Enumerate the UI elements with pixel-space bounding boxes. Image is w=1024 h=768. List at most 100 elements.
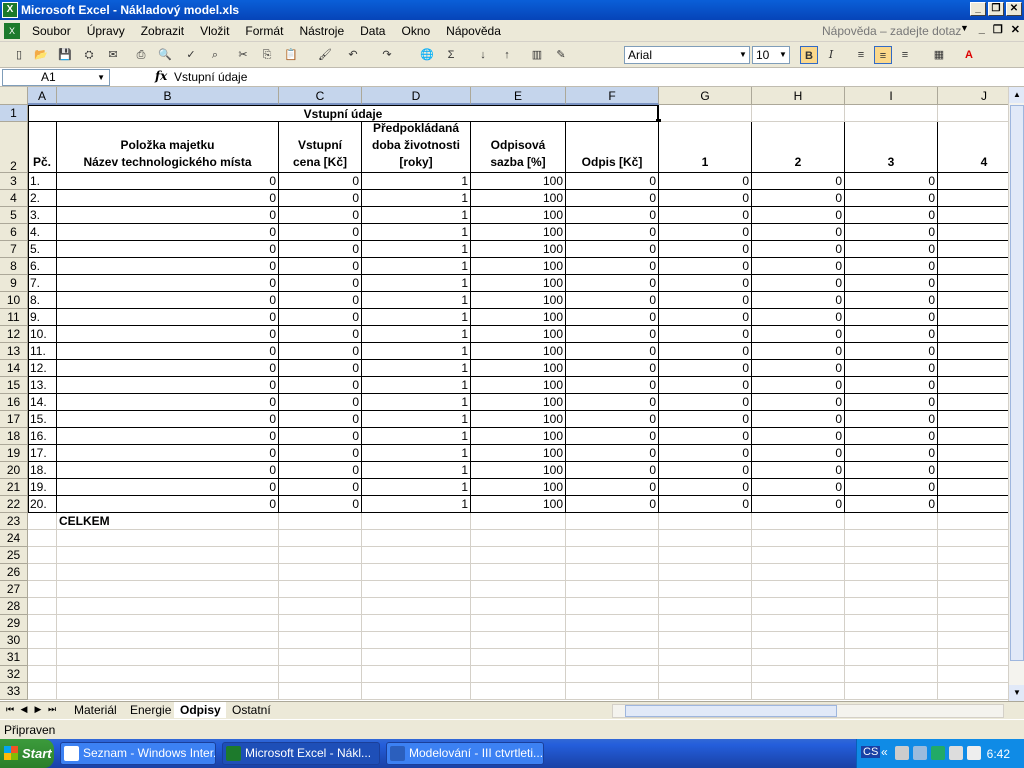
column-header-a[interactable]: A xyxy=(28,87,57,105)
table-cell[interactable]: 0 xyxy=(57,496,279,513)
table-cell[interactable]: 0 xyxy=(659,428,752,445)
table-cell[interactable]: 0 xyxy=(659,241,752,258)
table-cell[interactable]: 0 xyxy=(566,241,659,258)
tab-ostatni[interactable]: Ostatní xyxy=(226,702,277,718)
row-number-cell[interactable]: 3. xyxy=(28,207,57,224)
row-header-19[interactable]: 19 xyxy=(0,445,28,462)
row-header-29[interactable]: 29 xyxy=(0,615,28,632)
table-cell[interactable]: 1 xyxy=(362,224,471,241)
table-cell[interactable]: 100 xyxy=(471,275,566,292)
chart-wizard-icon[interactable]: ▥ xyxy=(528,46,546,64)
table-cell[interactable]: 100 xyxy=(471,309,566,326)
help-search-box[interactable]: Nápověda – zadejte dotaz xyxy=(822,23,972,39)
vertical-scroll-thumb[interactable] xyxy=(1010,105,1024,661)
table-cell[interactable]: 0 xyxy=(279,411,362,428)
table-cell[interactable] xyxy=(938,207,1008,224)
table-cell[interactable]: 0 xyxy=(752,207,845,224)
table-cell[interactable]: 0 xyxy=(566,343,659,360)
row-number-cell[interactable]: 7. xyxy=(28,275,57,292)
table-cell[interactable]: 0 xyxy=(57,258,279,275)
borders-icon[interactable]: ▦ xyxy=(930,46,948,64)
table-cell[interactable]: 1 xyxy=(362,479,471,496)
table-cell[interactable]: 1 xyxy=(362,326,471,343)
table-cell[interactable]: 0 xyxy=(845,445,938,462)
row-header-15[interactable]: 15 xyxy=(0,377,28,394)
table-cell[interactable]: 0 xyxy=(279,394,362,411)
row-header-4[interactable]: 4 xyxy=(0,190,28,207)
table-cell[interactable]: 0 xyxy=(57,173,279,190)
table-cell[interactable]: 0 xyxy=(845,224,938,241)
row-header-25[interactable]: 25 xyxy=(0,547,28,564)
table-cell[interactable]: 0 xyxy=(57,462,279,479)
bold-button[interactable]: B xyxy=(800,46,818,64)
sort-desc-icon[interactable]: ↑ xyxy=(498,46,516,64)
table-cell[interactable]: 0 xyxy=(566,496,659,513)
table-cell[interactable]: 0 xyxy=(566,275,659,292)
help-dropdown-icon[interactable]: ▼ xyxy=(960,23,969,33)
table-cell[interactable]: 0 xyxy=(566,326,659,343)
row-number-cell[interactable]: 8. xyxy=(28,292,57,309)
table-cell[interactable]: 0 xyxy=(57,190,279,207)
row-number-cell[interactable]: 20. xyxy=(28,496,57,513)
table-cell[interactable]: 0 xyxy=(845,326,938,343)
table-cell[interactable]: 0 xyxy=(566,173,659,190)
table-cell[interactable]: 0 xyxy=(752,496,845,513)
workbook-icon[interactable]: X xyxy=(4,22,20,39)
table-cell[interactable]: 100 xyxy=(471,479,566,496)
undo-icon[interactable]: ↶ xyxy=(344,46,362,64)
column-header-j[interactable]: J xyxy=(938,87,1008,105)
row-number-cell[interactable]: 12. xyxy=(28,360,57,377)
row-header-18[interactable]: 18 xyxy=(0,428,28,445)
table-cell[interactable] xyxy=(938,275,1008,292)
column-header-g[interactable]: G xyxy=(659,87,752,105)
header-doba-zivotnosti[interactable]: Předpokládaná doba životnosti [roky] xyxy=(362,122,471,173)
table-cell[interactable]: 0 xyxy=(752,479,845,496)
row-number-cell[interactable]: 2. xyxy=(28,190,57,207)
table-cell[interactable]: 0 xyxy=(845,190,938,207)
table-cell[interactable]: 0 xyxy=(279,326,362,343)
table-cell[interactable] xyxy=(938,411,1008,428)
table-cell[interactable] xyxy=(938,377,1008,394)
table-cell[interactable]: 0 xyxy=(752,258,845,275)
menu-soubor[interactable]: Soubor xyxy=(24,21,79,41)
row-header-10[interactable]: 10 xyxy=(0,292,28,309)
research-icon[interactable]: ⌕ xyxy=(206,46,224,64)
prev-sheet-icon[interactable]: ◀ xyxy=(18,704,30,715)
table-cell[interactable]: 0 xyxy=(279,309,362,326)
table-cell[interactable]: 0 xyxy=(566,207,659,224)
row-header-22[interactable]: 22 xyxy=(0,496,28,513)
row-number-cell[interactable]: 5. xyxy=(28,241,57,258)
row-number-cell[interactable]: 1. xyxy=(28,173,57,190)
table-cell[interactable]: 0 xyxy=(279,190,362,207)
table-cell[interactable]: 0 xyxy=(659,343,752,360)
menu-format[interactable]: Formát xyxy=(237,21,291,41)
header-year-2[interactable]: 2 xyxy=(752,122,845,173)
table-cell[interactable] xyxy=(938,445,1008,462)
table-cell[interactable]: 0 xyxy=(659,275,752,292)
network-icon[interactable] xyxy=(895,746,909,760)
table-cell[interactable]: 1 xyxy=(362,496,471,513)
table-cell[interactable]: 0 xyxy=(845,258,938,275)
table-cell[interactable] xyxy=(938,292,1008,309)
table-cell[interactable]: 0 xyxy=(57,411,279,428)
table-cell[interactable]: 0 xyxy=(279,479,362,496)
table-cell[interactable]: 1 xyxy=(362,190,471,207)
paste-icon[interactable]: 📋 xyxy=(282,46,300,64)
column-header-f[interactable]: F xyxy=(566,87,659,105)
table-cell[interactable]: 0 xyxy=(659,496,752,513)
table-cell[interactable]: 0 xyxy=(279,275,362,292)
header-vstupni-cena[interactable]: Vstupní cena [Kč] xyxy=(279,122,362,173)
table-cell[interactable]: 100 xyxy=(471,258,566,275)
row-number-cell[interactable]: 11. xyxy=(28,343,57,360)
last-sheet-icon[interactable]: ⏭ xyxy=(46,704,58,715)
table-cell[interactable]: 0 xyxy=(845,241,938,258)
header-year-1[interactable]: 1 xyxy=(659,122,752,173)
table-cell[interactable]: 0 xyxy=(752,292,845,309)
permission-icon[interactable]: ⛭ xyxy=(80,46,98,64)
table-cell[interactable]: 0 xyxy=(845,343,938,360)
row-number-cell[interactable]: 14. xyxy=(28,394,57,411)
column-header-b[interactable]: B xyxy=(57,87,279,105)
table-cell[interactable]: 100 xyxy=(471,190,566,207)
table-cell[interactable]: 1 xyxy=(362,241,471,258)
row-header-5[interactable]: 5 xyxy=(0,207,28,224)
